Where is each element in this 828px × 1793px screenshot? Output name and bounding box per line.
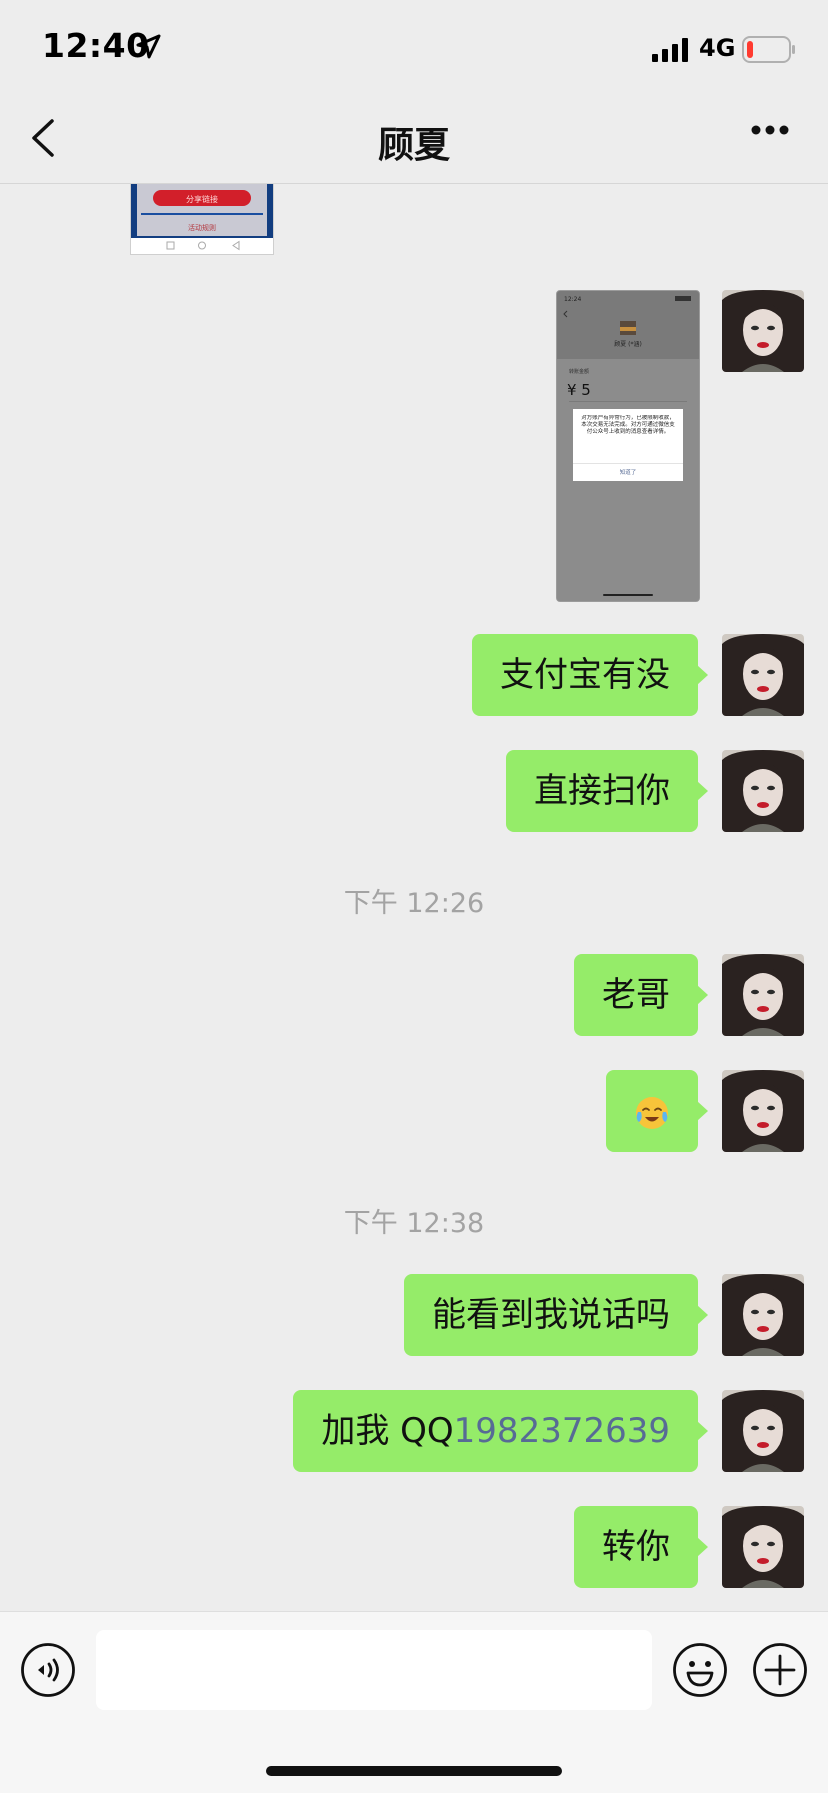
avatar[interactable] (722, 1390, 804, 1472)
screenshot-amount: ¥ 5 (567, 381, 591, 399)
partial-image-sub-text: 活动规则 (188, 223, 216, 232)
avatar-photo (722, 290, 804, 372)
avatar[interactable] (722, 750, 804, 832)
screenshot-time: 12:24 (564, 296, 581, 303)
nav-bar: 顾夏 (0, 92, 828, 184)
timestamp: 下午 12:38 (343, 1208, 485, 1239)
timestamp: 下午 12:26 (343, 888, 485, 919)
avatar[interactable] (722, 954, 804, 1036)
qq-number-link[interactable]: 1982372639 (454, 1411, 670, 1451)
chat-title: 顾夏 (377, 125, 450, 166)
cellular-signal-icon (652, 38, 688, 62)
message-bubble[interactable]: 老哥 (574, 954, 708, 1036)
screenshot-label: 转账金额 (569, 368, 589, 375)
avatar[interactable] (722, 1070, 804, 1152)
avatar[interactable] (722, 1506, 804, 1588)
partial-image-content: 分享链接 活动规则 (131, 184, 273, 254)
message-bubble[interactable]: 支付宝有没 (472, 634, 708, 716)
plus-icon[interactable] (752, 1642, 808, 1698)
avatar-photo (722, 1506, 804, 1588)
message-bubble[interactable]: 转你 (574, 1506, 708, 1588)
emoji-message-bubble[interactable] (606, 1070, 708, 1152)
message-bubble-qq[interactable]: 加我 QQ1982372639 (293, 1390, 708, 1472)
avatar-photo (722, 954, 804, 1036)
message-bubble[interactable]: 能看到我说话吗 (404, 1274, 708, 1356)
screenshot-dialog-button: 知道了 (620, 468, 637, 476)
more-dots-icon[interactable] (750, 124, 790, 136)
screenshot-dialog-text: 对方账户有异常行为，已被限制收款，本次交易无法完成。对方可通过微信支付公众号上收… (581, 415, 675, 435)
avatar[interactable] (722, 634, 804, 716)
status-bar: 12:40 4G (0, 0, 828, 92)
screenshot-name: 顾夏 (*涵) (614, 340, 642, 348)
network-type: 4G (699, 34, 736, 62)
avatar-photo (722, 634, 804, 716)
message-text: 加我 QQ (321, 1411, 454, 1451)
image-message-partial[interactable]: 分享链接 活动规则 (130, 184, 274, 255)
avatar[interactable] (722, 290, 804, 372)
message-bubble[interactable]: 直接扫你 (506, 750, 708, 832)
message-input[interactable] (96, 1630, 652, 1710)
chat-area[interactable]: 分享链接 活动规则 12:24 顾夏 (*涵) 转账金额 ¥ 5 对方账户有异常… (0, 184, 828, 1610)
voice-icon[interactable] (20, 1642, 76, 1698)
avatar-photo (722, 750, 804, 832)
location-arrow-icon (136, 34, 161, 59)
avatar-photo (722, 1274, 804, 1356)
avatar-photo (722, 1390, 804, 1472)
image-message-screenshot[interactable]: 12:24 顾夏 (*涵) 转账金额 ¥ 5 对方账户有异常行为，已被限制收款，… (556, 290, 700, 602)
battery-icon (742, 36, 795, 63)
home-indicator (266, 1766, 562, 1776)
screenshot-content: 12:24 顾夏 (*涵) 转账金额 ¥ 5 对方账户有异常行为，已被限制收款，… (557, 291, 699, 601)
avatar-photo (722, 1070, 804, 1152)
emoji-icon[interactable] (672, 1642, 728, 1698)
avatar[interactable] (722, 1274, 804, 1356)
crying-face-emoji-icon (636, 1096, 668, 1129)
partial-image-button-text: 分享链接 (186, 194, 218, 204)
